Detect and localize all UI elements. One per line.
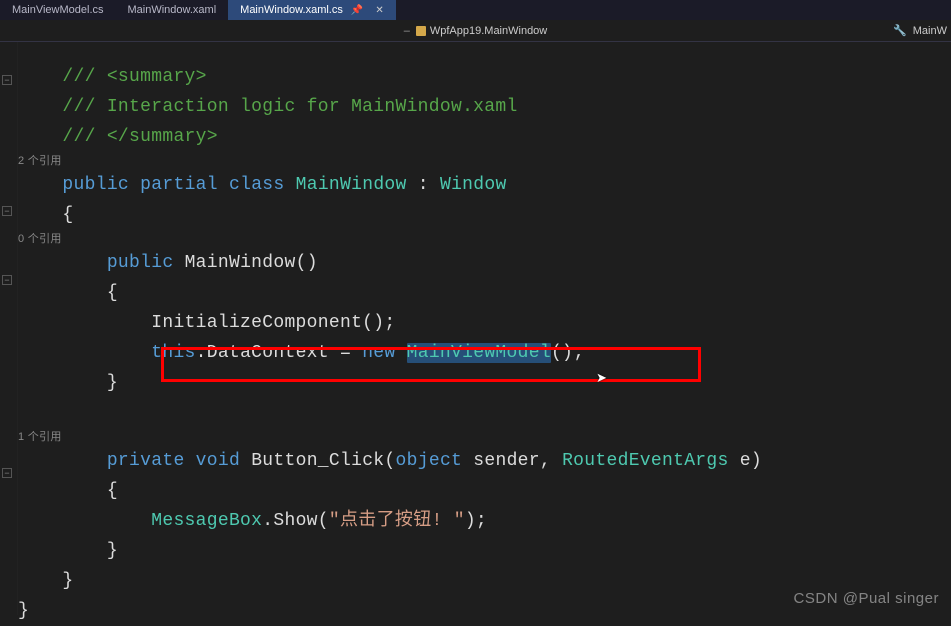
class-name: MainWindow xyxy=(296,175,407,195)
tab-mainviewmodel[interactable]: MainViewModel.cs xyxy=(0,0,116,20)
breadcrumb-dash: – xyxy=(404,25,410,37)
param-sender: sender, xyxy=(462,451,562,471)
tab-bar: MainViewModel.cs MainWindow.xaml MainWin… xyxy=(0,0,951,20)
tab-label: MainWindow.xaml xyxy=(128,4,217,16)
pin-icon[interactable]: 📌 xyxy=(351,5,363,16)
ctor-name: MainWindow xyxy=(185,253,296,273)
param-e: e) xyxy=(729,451,762,471)
fold-icon[interactable]: − xyxy=(2,275,12,285)
vertical-scrollbar[interactable] xyxy=(937,42,951,615)
base-class: Window xyxy=(440,175,507,195)
btn-method: Button_Click xyxy=(251,451,384,471)
comment: /// Interaction logic for MainWindow.xam… xyxy=(62,97,517,117)
tab-label: MainWindow.xaml.cs xyxy=(240,4,343,16)
class-icon xyxy=(416,26,426,36)
keyword: void xyxy=(196,451,240,471)
keyword: class xyxy=(229,175,285,195)
breadcrumb-member[interactable]: MainW xyxy=(913,25,947,37)
datacontext-assign: .DataContext = xyxy=(196,343,363,363)
args-type: RoutedEventArgs xyxy=(562,451,729,471)
keyword: private xyxy=(107,451,185,471)
keyword: new xyxy=(362,343,395,363)
breadcrumb-right: 🔧 MainW xyxy=(893,24,947,37)
comment: /// </summary> xyxy=(62,127,217,147)
wrench-icon: 🔧 xyxy=(893,24,907,37)
close-icon[interactable]: ✕ xyxy=(375,5,383,16)
code-editor[interactable]: /// <summary> /// Interaction logic for … xyxy=(18,42,951,615)
codelens-class[interactable]: 2 个引用 xyxy=(18,155,62,167)
viewmodel-type: MainViewModel xyxy=(407,343,551,363)
fold-icon[interactable]: − xyxy=(2,75,12,85)
fold-icon[interactable]: − xyxy=(2,468,12,478)
keyword: object xyxy=(396,451,463,471)
fold-gutter: − − − − xyxy=(0,42,18,615)
keyword: this xyxy=(151,343,195,363)
string-literal: "点击了按钮! " xyxy=(329,511,465,531)
codelens-btn[interactable]: 1 个引用 xyxy=(18,431,62,443)
fold-icon[interactable]: − xyxy=(2,206,12,216)
msgbox-end: ); xyxy=(465,511,487,531)
breadcrumb-class[interactable]: WpfApp19.MainWindow xyxy=(430,25,547,37)
keyword: public xyxy=(107,253,174,273)
msgbox-class: MessageBox xyxy=(151,511,262,531)
tab-mainwindow-xaml[interactable]: MainWindow.xaml xyxy=(116,0,229,20)
tab-mainwindow-xaml-cs[interactable]: MainWindow.xaml.cs 📌 ✕ xyxy=(228,0,396,20)
keyword: partial xyxy=(140,175,218,195)
breadcrumb-bar: – WpfApp19.MainWindow 🔧 MainW xyxy=(0,20,951,42)
comment: /// <summary> xyxy=(62,67,206,87)
msgbox-method: .Show( xyxy=(262,511,329,531)
watermark: CSDN @Pual singer xyxy=(794,590,939,607)
codelens-ctor[interactable]: 0 个引用 xyxy=(18,233,62,245)
tab-label: MainViewModel.cs xyxy=(12,4,104,16)
keyword: public xyxy=(62,175,129,195)
viewmodel-end: (); xyxy=(551,343,584,363)
init-call: InitializeComponent(); xyxy=(151,313,395,333)
